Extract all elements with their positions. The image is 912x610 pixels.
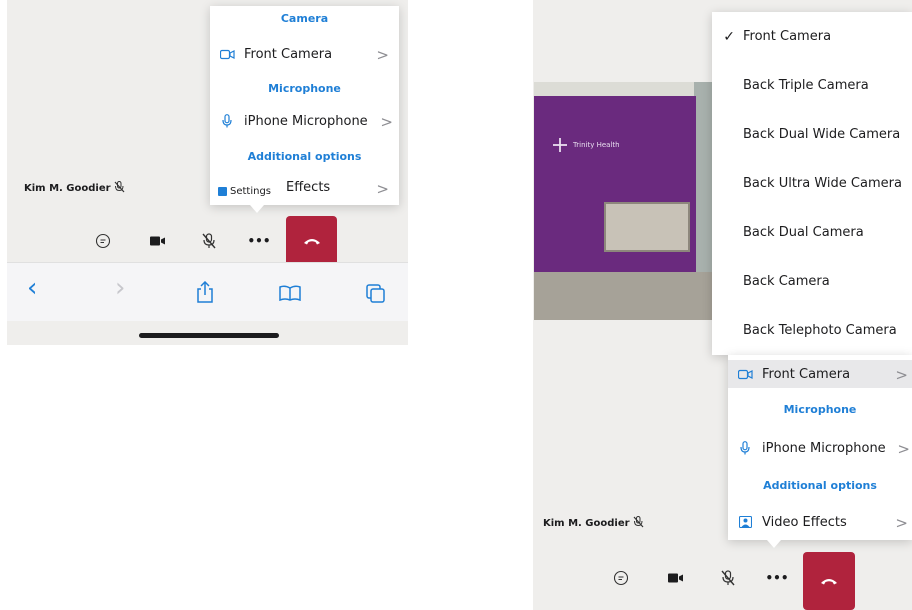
chevron-right-icon: > [895, 366, 908, 384]
left-screenshot: Camera Front Camera > Microphone iPhone … [7, 0, 408, 345]
device-options-menu: Camera Front Camera > Microphone iPhone … [210, 6, 399, 205]
participant-name-tag: Kim M. Goodier [24, 181, 125, 196]
home-indicator [139, 333, 279, 338]
forward-arrow-icon: › [115, 273, 126, 303]
menu-pointer [767, 540, 781, 548]
camera-option-label: Back Triple Camera [743, 78, 869, 93]
additional-options-header: Additional options [247, 150, 362, 163]
camera-option[interactable]: Back Camera [712, 257, 912, 306]
more-dots-icon: ••• [765, 571, 789, 585]
settings-tooltip[interactable]: Settings [215, 181, 275, 201]
microphone-icon [737, 441, 753, 455]
camera-option-label: Back Dual Wide Camera [743, 127, 901, 142]
video-camera-icon [219, 47, 235, 61]
chat-icon [95, 233, 111, 249]
camera-option[interactable]: Back Triple Camera [712, 61, 912, 110]
chevron-right-icon: > [895, 514, 908, 532]
video-shelf [604, 202, 690, 252]
more-options-button[interactable]: ••• [765, 567, 789, 589]
chat-icon [613, 570, 629, 586]
front-camera-item[interactable]: Front Camera > [728, 360, 912, 388]
video-effects-item[interactable]: Video Effects > [728, 508, 912, 536]
mic-muted-icon [114, 181, 125, 196]
hangup-icon [303, 239, 320, 245]
mic-muted-icon [633, 516, 644, 531]
additional-options-header: Additional options [763, 479, 877, 492]
iphone-microphone-item[interactable]: iPhone Microphone > [728, 434, 912, 462]
chat-button[interactable] [610, 567, 632, 589]
camera-selection-menu: ✓ Front Camera Back Triple Camera Back Dual… [712, 12, 912, 355]
microphone-section-header: Microphone [783, 403, 857, 416]
hangup-button[interactable] [803, 552, 855, 610]
back-arrow-icon: ‹ [27, 273, 38, 303]
menu-pointer [250, 205, 264, 213]
mic-muted-icon [202, 233, 216, 249]
forward-button[interactable]: › [115, 275, 125, 301]
chevron-right-icon: > [376, 180, 389, 198]
video-purple-wall [534, 96, 696, 282]
settings-icon [218, 186, 227, 196]
iphone-microphone-item[interactable]: iPhone Microphone > [210, 107, 399, 135]
camera-option-label: Front Camera [743, 29, 832, 44]
camera-option[interactable]: Back Ultra Wide Camera [712, 159, 912, 208]
camera-option[interactable]: Back Telephoto Camera [712, 306, 912, 355]
chevron-right-icon: > [376, 46, 389, 64]
video-feed: Trinity Health [534, 82, 716, 320]
checkmark-icon: ✓ [723, 28, 735, 45]
mute-button[interactable] [198, 230, 220, 252]
mute-button[interactable] [717, 567, 739, 589]
hangup-icon [821, 579, 837, 585]
tabs-button[interactable] [366, 284, 386, 308]
iphone-microphone-label: iPhone Microphone [762, 440, 886, 456]
camera-option-label: Back Ultra Wide Camera [743, 176, 902, 191]
back-button[interactable]: ‹ [27, 275, 37, 301]
video-wall-logo: Trinity Health [552, 137, 620, 153]
right-screenshot: Trinity Health ✓ Front Camera Back Triple … [533, 0, 912, 610]
video-icon [668, 573, 683, 583]
chat-button[interactable] [92, 230, 114, 252]
camera-option[interactable]: Back Dual Wide Camera [712, 110, 912, 159]
video-effects-label: Video Effects [762, 514, 847, 530]
camera-option-label: Back Dual Camera [743, 225, 864, 240]
settings-tooltip-label: Settings [230, 185, 272, 197]
bookmarks-button[interactable] [279, 285, 301, 305]
camera-option[interactable]: Back Dual Camera [712, 208, 912, 257]
video-icon [150, 236, 165, 246]
share-button[interactable] [196, 280, 214, 307]
microphone-section-header: Microphone [268, 82, 341, 95]
video-toggle-button[interactable] [147, 230, 169, 252]
hangup-button[interactable] [286, 216, 337, 266]
share-icon [197, 280, 213, 303]
participant-name-tag: Kim M. Goodier [543, 516, 644, 531]
tabs-icon [366, 284, 385, 303]
effects-label: Effects [286, 180, 331, 195]
mic-muted-icon [721, 570, 735, 586]
front-camera-label: Front Camera [244, 46, 333, 62]
video-wall-text: Trinity Health [573, 141, 620, 149]
browser-toolbar: ‹ › [7, 262, 408, 321]
video-toggle-button[interactable] [665, 567, 687, 589]
camera-section-header: Camera [280, 12, 329, 25]
participant-name: Kim M. Goodier [543, 518, 630, 529]
video-floor [534, 272, 716, 320]
video-effects-icon [737, 515, 753, 529]
front-camera-label: Front Camera [762, 366, 851, 382]
more-dots-icon: ••• [247, 234, 271, 248]
cross-logo-icon [553, 138, 567, 152]
video-camera-icon [737, 367, 753, 381]
camera-option-label: Back Telephoto Camera [743, 323, 897, 338]
device-options-menu: Front Camera > Microphone iPhone Microph… [728, 355, 912, 540]
iphone-microphone-label: iPhone Microphone [244, 113, 368, 129]
chevron-right-icon: > [897, 440, 910, 458]
book-icon [279, 285, 301, 302]
more-options-button[interactable]: ••• [247, 230, 271, 252]
participant-name: Kim M. Goodier [24, 183, 111, 194]
microphone-icon [219, 114, 235, 128]
camera-option-label: Back Camera [743, 274, 830, 289]
front-camera-item[interactable]: Front Camera > [210, 40, 399, 68]
camera-option[interactable]: ✓ Front Camera [712, 12, 912, 61]
chevron-right-icon: > [380, 113, 393, 131]
